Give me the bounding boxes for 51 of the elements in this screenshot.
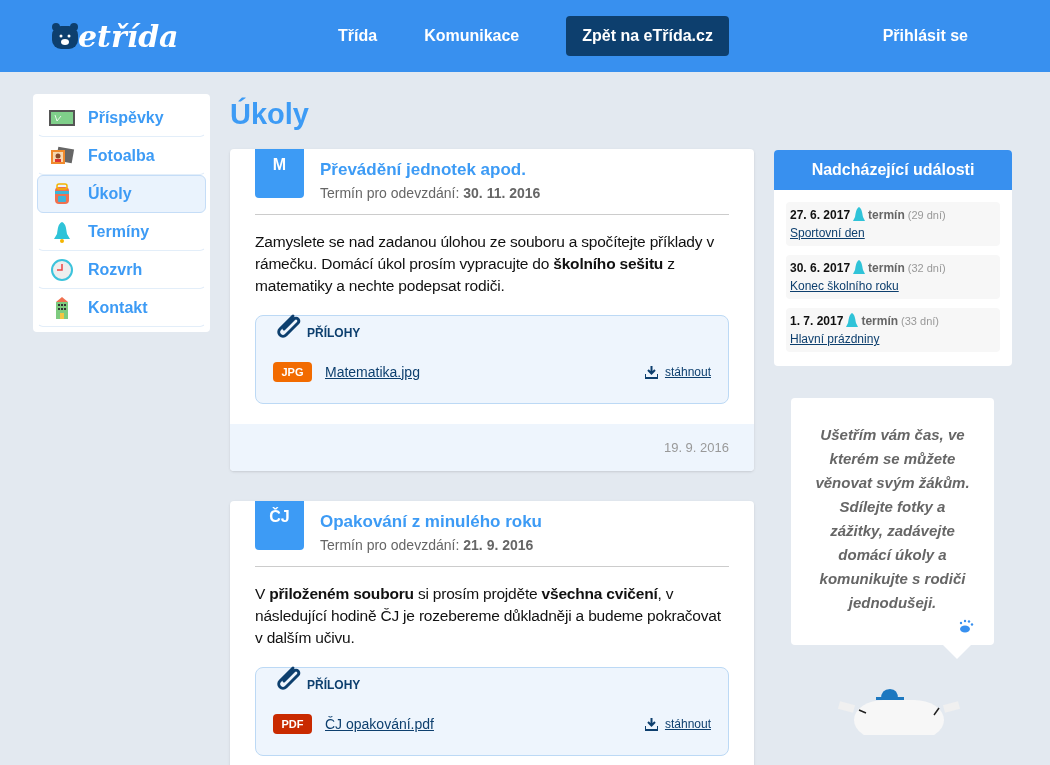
- sidebar-item[interactable]: Kontakt: [37, 289, 206, 327]
- clock-icon: [48, 258, 76, 282]
- file-link[interactable]: Matematika.jpg: [325, 361, 420, 383]
- bell-icon: [853, 260, 866, 276]
- promo-text: Ušetřím vám čas, ve kterém se můžete věnovat svým žákům. Sdílejte fotky a zážitky, zadávejte domácí úkoly a komunikujte s rodiči jednodušeji.: [815, 425, 970, 613]
- login-link[interactable]: Přihlásit se: [882, 24, 968, 48]
- task-description: V přiloženém souboru si prosím projděte všechna cvičení, v následující hodině ČJ je rozebereme důkladněji a budeme pokračovat v dalším učivu.: [255, 583, 722, 648]
- posted-date: 19. 9. 2016: [663, 438, 729, 457]
- subject-tag: ČJ: [255, 501, 304, 550]
- event-type: termín: [868, 260, 905, 277]
- events-heading: Nadcházející události: [774, 150, 1012, 190]
- attachments-heading: PŘÍLOHY: [307, 324, 361, 342]
- task-title[interactable]: Opakování z minulého roku: [320, 509, 542, 535]
- attachments-heading: PŘÍLOHY: [307, 676, 361, 694]
- nav-link[interactable]: Třída: [338, 24, 378, 48]
- file-type-badge: JPG: [273, 361, 312, 383]
- task-description: Zamyslete se nad zadanou úlohou ze souboru a spočítejte příklady v rámečku. Domácí úkol prosím vypracujte do školního sešitu z matematiky a nechte podepsat rodiči.: [255, 231, 715, 296]
- event-days: (29 dní): [907, 206, 946, 224]
- deadline-date: 30. 11. 2016: [463, 183, 541, 203]
- file-link[interactable]: ČJ opakování.pdf: [325, 713, 434, 735]
- event-days: (32 dní): [907, 259, 946, 277]
- deadline-label: Termín pro odevzdání:: [320, 183, 460, 203]
- event-date: 27. 6. 2017: [790, 207, 851, 224]
- bell-icon: [853, 207, 866, 223]
- bell-icon: [846, 313, 859, 329]
- sidebar-item[interactable]: Rozvrh: [37, 251, 206, 289]
- download-link[interactable]: stáhnout: [664, 715, 711, 733]
- file-type-badge: PDF: [273, 713, 312, 735]
- event-link[interactable]: Konec školního roku: [790, 277, 996, 295]
- sidebar-item[interactable]: Úkoly: [37, 175, 206, 213]
- bear-logo-icon: [50, 21, 80, 51]
- task-title[interactable]: Převádění jednotek apod.: [320, 157, 541, 183]
- download-icon: [644, 717, 658, 731]
- event-type: termín: [868, 207, 905, 224]
- sidebar-item[interactable]: Příspěvky: [37, 99, 206, 137]
- event-link[interactable]: Hlavní prázdniny: [790, 330, 996, 348]
- paw-icon: [958, 619, 974, 633]
- event-date: 30. 6. 2017: [790, 260, 851, 277]
- deadline-date: 21. 9. 2016: [463, 535, 534, 555]
- download-link[interactable]: stáhnout: [664, 363, 711, 381]
- download-icon: [644, 365, 658, 379]
- logo-text[interactable]: etřída: [78, 13, 179, 59]
- event-days: (33 dní): [901, 312, 939, 330]
- event-date: 1. 7. 2017: [790, 313, 844, 330]
- event-type: termín: [861, 313, 899, 330]
- event-link[interactable]: Sportovní den: [790, 224, 996, 242]
- subject-tag: M: [255, 149, 304, 198]
- sidebar-item[interactable]: Termíny: [37, 213, 206, 251]
- nav-link[interactable]: Komunikace: [424, 24, 520, 48]
- deadline-label: Termín pro odevzdání:: [320, 535, 460, 555]
- back-button[interactable]: Zpět na eTřída.cz: [566, 16, 729, 56]
